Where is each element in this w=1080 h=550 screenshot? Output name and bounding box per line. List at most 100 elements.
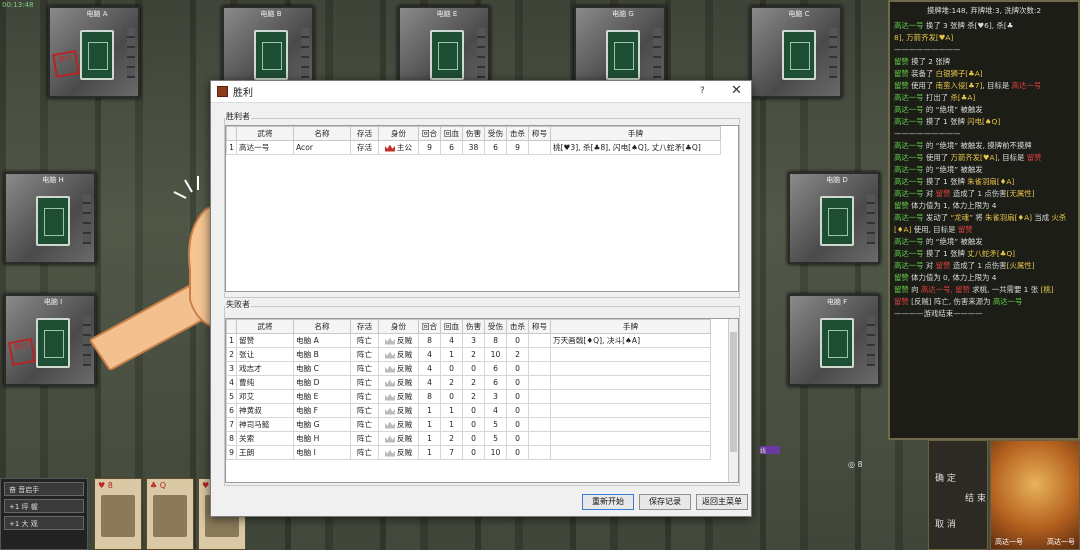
table-cell: 1: [440, 347, 463, 362]
log-segment: 当成: [1032, 213, 1052, 222]
column-header[interactable]: 身份: [378, 126, 419, 141]
rebel-crown-icon: [384, 393, 395, 401]
dialog-titlebar: 胜利 ? ✕: [211, 81, 751, 103]
column-header[interactable]: 名称: [293, 319, 351, 334]
column-header[interactable]: 回合: [418, 126, 441, 141]
losers-scrollbar[interactable]: [728, 319, 738, 482]
column-header[interactable]: 回血: [440, 319, 463, 334]
table-row[interactable]: 9 王朗 电脑 I 阵亡 反贼 1 7 0 10 0: [226, 445, 711, 460]
table-cell: 8: [418, 333, 441, 348]
table-cell: [550, 417, 711, 432]
table-cell: 8: [484, 333, 507, 348]
winners-header-row: 武将 名称 存活 身份 回合 回血 伤害 受伤 击杀 称号 手牌: [226, 126, 721, 141]
column-header[interactable]: 受伤: [484, 126, 507, 141]
main-menu-button[interactable]: 返回主菜单: [696, 494, 748, 510]
table-row[interactable]: 8 关索 电脑 H 阵亡 反贼 1 2 0 5 0: [226, 431, 711, 446]
table-cell: 0: [506, 417, 529, 432]
table-cell: 主公: [378, 140, 419, 155]
log-line: 高达一号 使用了 万箭齐发[♥A], 目标是 留赞: [894, 152, 1074, 164]
seat-computer-c[interactable]: 电脑 C: [750, 6, 842, 98]
table-row[interactable]: 3 戏志才 电脑 C 阵亡 反贼 4 0 0 6 0: [226, 361, 711, 376]
table-row[interactable]: 5 邓艾 电脑 E 阵亡 反贼 8 0 2 3 0: [226, 389, 711, 404]
log-line: 高达一号 发动了 “龙魂” 将 朱雀羽扇[♦A] 当成 火杀[♦A] 使用, 目…: [894, 212, 1074, 236]
skill-button[interactable]: +1 坪 幄: [4, 499, 84, 513]
restart-button[interactable]: 重新开始: [582, 494, 634, 510]
log-segment: 求桃, 一共需要 1 张: [969, 285, 1041, 294]
column-header[interactable]: 伤害: [462, 126, 485, 141]
table-cell: 0: [506, 445, 529, 460]
column-header[interactable]: 击杀: [506, 319, 529, 334]
column-header[interactable]: 武将: [236, 319, 294, 334]
log-segment: 万箭齐发[♥A]: [950, 153, 998, 162]
table-cell: 阵亡: [350, 403, 379, 418]
hp-bar: [867, 194, 875, 244]
column-header[interactable]: 存活: [350, 126, 379, 141]
log-segment: 使用了: [908, 81, 936, 90]
column-header[interactable]: [226, 319, 237, 334]
table-cell: 9: [418, 140, 441, 155]
role-text: 反贼: [396, 392, 413, 401]
log-segment: 向: [908, 285, 921, 294]
log-segment: 对: [923, 189, 936, 198]
log-segment: 杀[♣A]: [950, 93, 976, 102]
rebel-crown-icon: [384, 421, 395, 429]
log-segment: 高达一号, 留赞: [920, 285, 970, 294]
table-cell: [528, 140, 551, 155]
table-cell: 7: [226, 417, 237, 432]
column-header[interactable]: 存活: [350, 319, 379, 334]
seat-computer-a[interactable]: 电脑 A 阵亡: [48, 6, 140, 98]
winners-table[interactable]: 武将 名称 存活 身份 回合 回血 伤害 受伤 击杀 称号 手牌 1 高达一号 Acor 存活 主公 9 6 38…: [225, 125, 739, 292]
end-turn-button[interactable]: 结 束: [965, 491, 986, 504]
game-log-panel[interactable]: 摸牌堆:148, 弃牌堆:3, 洗牌次数:2 高达一号 换了 3 张牌 杀[♥6…: [888, 0, 1080, 440]
column-header[interactable]: 受伤: [484, 319, 507, 334]
column-header[interactable]: 称号: [528, 319, 551, 334]
save-record-button[interactable]: 保存记录: [639, 494, 691, 510]
column-header[interactable]: 回血: [440, 126, 463, 141]
player-portrait[interactable]: 高达一号 高达一号: [990, 440, 1080, 550]
column-header[interactable]: [226, 126, 237, 141]
table-row[interactable]: 7 神司马懿 电脑 G 阵亡 反贼 1 1 0 5 0: [226, 417, 711, 432]
table-row[interactable]: 2 张让 电脑 B 阵亡 反贼 4 1 2 10 2: [226, 347, 711, 362]
role-text: 主公: [396, 143, 413, 152]
log-segment: 留赞: [957, 225, 973, 234]
table-cell: 2: [440, 375, 463, 390]
losers-table[interactable]: 武将 名称 存活 身份 回合 回血 伤害 受伤 击杀 称号 手牌 1 留赞 电脑 A 阵亡 反贼 8 4 3 8 0 万…: [225, 318, 739, 483]
seat-computer-h[interactable]: 电脑 H: [4, 172, 96, 264]
seat-computer-d[interactable]: 电脑 D: [788, 172, 880, 264]
skill-button[interactable]: 奋 音启手: [4, 482, 84, 496]
table-cell: 1: [226, 333, 237, 348]
table-cell: 1: [226, 140, 237, 155]
column-header[interactable]: 手牌: [550, 319, 711, 334]
column-header[interactable]: 称号: [528, 126, 551, 141]
log-line: 留赞 体力值为 0, 体力上限为 4: [894, 272, 1074, 284]
seat-computer-i[interactable]: 电脑 I 阵亡: [4, 294, 96, 386]
log-segment: 使用了: [923, 153, 951, 162]
column-header[interactable]: 身份: [378, 319, 419, 334]
log-segment: 的 “绝境” 被触发: [923, 237, 983, 246]
column-header[interactable]: 手牌: [550, 126, 721, 141]
table-row[interactable]: 6 神黄叔 电脑 F 阵亡 反贼 1 1 0 4 0: [226, 403, 711, 418]
close-button[interactable]: ✕: [731, 83, 742, 98]
skill-button[interactable]: +1 大 观: [4, 516, 84, 530]
help-button[interactable]: ?: [700, 86, 705, 96]
hand-card[interactable]: ♥ 8: [94, 478, 142, 550]
table-row[interactable]: 4 曹纯 电脑 D 阵亡 反贼 4 2 2 6 0: [226, 375, 711, 390]
table-cell: 0: [440, 389, 463, 404]
table-cell: 2: [462, 347, 485, 362]
log-segment: 朱雀羽扇[♦A]: [985, 213, 1033, 222]
rebel-crown-icon: [384, 379, 395, 387]
column-header[interactable]: 名称: [293, 126, 351, 141]
table-row[interactable]: 1 留赞 电脑 A 阵亡 反贼 8 4 3 8 0 万天画戟[♦Q], 决斗[♠A]: [226, 333, 711, 348]
cancel-button[interactable]: 取 消: [935, 517, 956, 530]
hand-card[interactable]: ♣ Q: [146, 478, 194, 550]
role-text: 反贼: [396, 336, 413, 345]
column-header[interactable]: 伤害: [462, 319, 485, 334]
table-row[interactable]: 1 高达一号 Acor 存活 主公 9 6 38 6 9 桃[♥3], 杀[♣8], 闪电[♠Q],…: [226, 140, 721, 155]
column-header[interactable]: 武将: [236, 126, 294, 141]
seat-computer-f[interactable]: 电脑 F: [788, 294, 880, 386]
rebel-crown-icon: [384, 365, 395, 373]
confirm-button[interactable]: 确 定: [935, 471, 956, 484]
scrollbar-thumb[interactable]: [730, 332, 737, 452]
column-header[interactable]: 回合: [418, 319, 441, 334]
column-header[interactable]: 击杀: [506, 126, 529, 141]
